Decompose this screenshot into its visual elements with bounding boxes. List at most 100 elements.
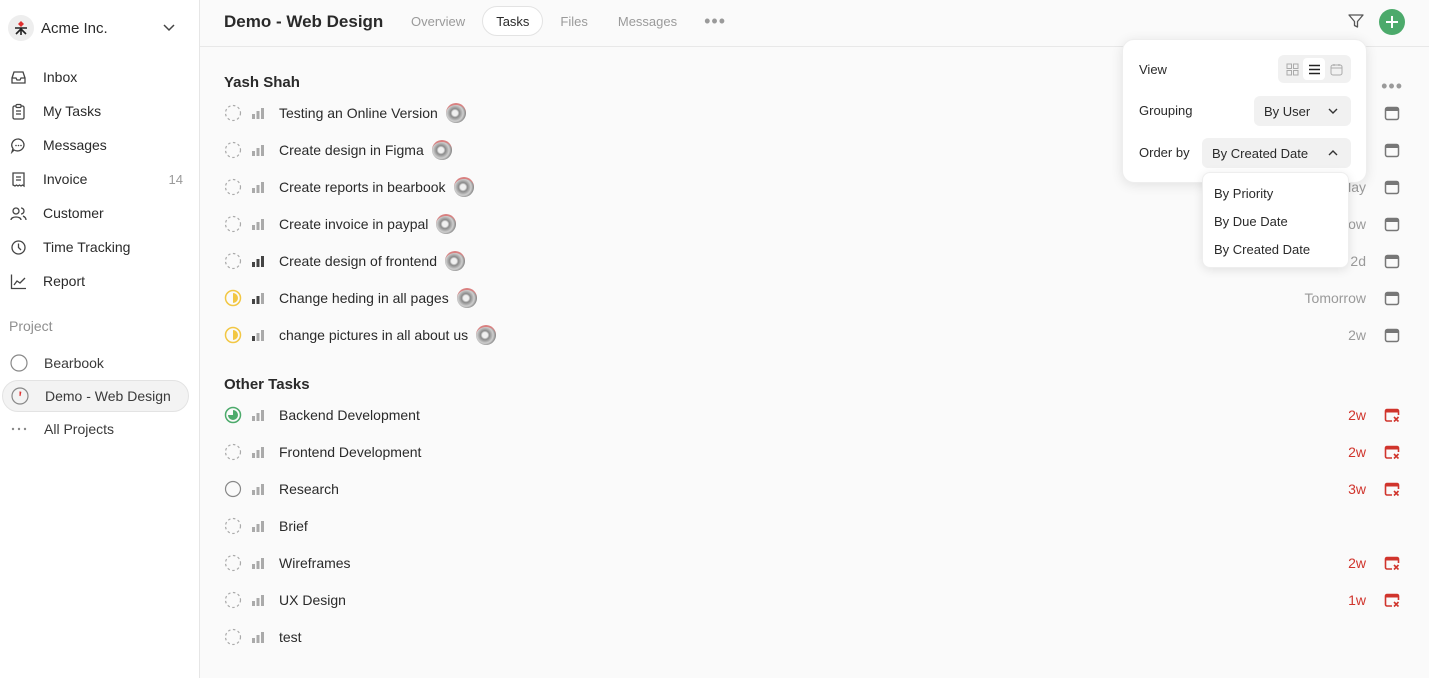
sidebar-item-time-tracking[interactable]: Time Tracking <box>0 230 199 264</box>
task-name[interactable]: Create reports in bearbook <box>279 179 446 195</box>
all-projects-link[interactable]: All Projects <box>2 413 189 445</box>
task-name[interactable]: Backend Development <box>279 407 420 423</box>
priority-low-medium-icon[interactable] <box>251 328 265 342</box>
sidebar-item-inbox[interactable]: Inbox <box>0 60 199 94</box>
task-name[interactable]: Create design in Figma <box>279 142 424 158</box>
project-item-demo-web-design[interactable]: Demo - Web Design <box>2 380 189 412</box>
task-row[interactable]: Wireframes 2w <box>224 549 1404 577</box>
tab-overview[interactable]: Overview <box>398 6 478 36</box>
priority-low-icon[interactable] <box>251 482 265 496</box>
task-name[interactable]: Brief <box>279 518 308 534</box>
more-dots-icon <box>11 427 27 431</box>
status-todo-icon[interactable] <box>224 141 242 159</box>
task-row[interactable]: Frontend Development 2w <box>224 438 1404 466</box>
task-name[interactable]: change pictures in all about us <box>279 327 468 343</box>
view-list-button[interactable] <box>1303 58 1326 80</box>
tab-tasks[interactable]: Tasks <box>482 6 544 36</box>
status-open-icon[interactable] <box>224 480 242 498</box>
calendar-overdue-icon[interactable] <box>1384 407 1400 423</box>
status-todo-icon[interactable] <box>224 517 242 535</box>
assignee-avatar[interactable] <box>445 251 465 271</box>
view-grid-button[interactable] <box>1281 58 1303 80</box>
priority-low-icon[interactable] <box>251 445 265 459</box>
add-task-button[interactable] <box>1379 9 1405 35</box>
project-item-bearbook[interactable]: Bearbook <box>2 347 189 379</box>
chevron-down-icon[interactable] <box>162 20 176 34</box>
priority-low-icon[interactable] <box>251 143 265 157</box>
priority-high-icon[interactable] <box>251 254 265 268</box>
calendar-overdue-icon[interactable] <box>1384 592 1400 608</box>
task-name[interactable]: Create invoice in paypal <box>279 216 428 232</box>
task-name[interactable]: Change heding in all pages <box>279 290 449 306</box>
status-review-icon[interactable] <box>224 406 242 424</box>
status-todo-icon[interactable] <box>224 443 242 461</box>
assignee-avatar[interactable] <box>436 214 457 234</box>
task-row[interactable]: Research 3w <box>224 475 1404 503</box>
task-name[interactable]: Create design of frontend <box>279 253 437 269</box>
tab-messages[interactable]: Messages <box>605 6 690 36</box>
calendar-icon[interactable] <box>1384 179 1400 195</box>
org-switcher[interactable]: Acme Inc. <box>8 14 188 42</box>
priority-low-icon[interactable] <box>251 106 265 120</box>
sidebar-item-customer[interactable]: Customer <box>0 196 199 230</box>
status-todo-icon[interactable] <box>224 252 242 270</box>
calendar-overdue-icon[interactable] <box>1384 444 1400 460</box>
task-name[interactable]: Wireframes <box>279 555 351 571</box>
task-row[interactable]: test <box>224 623 1404 651</box>
status-todo-icon[interactable] <box>224 554 242 572</box>
group-more-icon[interactable]: ••• <box>1381 76 1403 97</box>
assignee-avatar[interactable] <box>431 140 452 160</box>
assignee-avatar[interactable] <box>476 325 497 345</box>
more-tabs-button[interactable]: ••• <box>694 6 736 36</box>
assignee-avatar[interactable] <box>456 288 477 308</box>
calendar-icon[interactable] <box>1384 216 1400 232</box>
order-option-due-date[interactable]: By Due Date <box>1203 207 1348 235</box>
order-option-created-date[interactable]: By Created Date <box>1203 235 1348 263</box>
task-row[interactable]: Backend Development 2w <box>224 401 1404 429</box>
grouping-select[interactable]: By User <box>1254 96 1351 126</box>
priority-medium-icon[interactable] <box>251 291 265 305</box>
calendar-overdue-icon[interactable] <box>1384 555 1400 571</box>
sidebar-item-invoice[interactable]: Invoice 14 <box>0 162 199 196</box>
sidebar-item-my-tasks[interactable]: My Tasks <box>0 94 199 128</box>
filter-icon[interactable] <box>1347 12 1365 30</box>
priority-low-icon[interactable] <box>251 217 265 231</box>
priority-low-icon[interactable] <box>251 593 265 607</box>
task-name[interactable]: Research <box>279 481 339 497</box>
status-todo-icon[interactable] <box>224 628 242 646</box>
sidebar-item-messages[interactable]: Messages <box>0 128 199 162</box>
calendar-icon[interactable] <box>1384 253 1400 269</box>
priority-low-icon[interactable] <box>251 630 265 644</box>
status-todo-icon[interactable] <box>224 104 242 122</box>
status-todo-icon[interactable] <box>224 178 242 196</box>
priority-low-icon[interactable] <box>251 408 265 422</box>
order-option-priority[interactable]: By Priority <box>1203 179 1348 207</box>
assignee-avatar[interactable] <box>445 103 466 123</box>
order-by-select[interactable]: By Created Date <box>1202 138 1351 168</box>
priority-low-icon[interactable] <box>251 180 265 194</box>
calendar-icon[interactable] <box>1384 327 1400 343</box>
calendar-overdue-icon[interactable] <box>1384 481 1400 497</box>
status-todo-icon[interactable] <box>224 591 242 609</box>
view-calendar-button[interactable] <box>1326 58 1348 80</box>
task-row[interactable]: Change heding in all pages Tomorrow <box>224 284 1404 312</box>
priority-low-icon[interactable] <box>251 556 265 570</box>
tab-files[interactable]: Files <box>547 6 600 36</box>
task-name[interactable]: Frontend Development <box>279 444 421 460</box>
task-row[interactable]: UX Design 1w <box>224 586 1404 614</box>
task-name[interactable]: UX Design <box>279 592 346 608</box>
task-name[interactable]: test <box>279 629 302 645</box>
status-todo-icon[interactable] <box>224 215 242 233</box>
calendar-icon[interactable] <box>1384 290 1400 306</box>
calendar-icon[interactable] <box>1384 105 1400 121</box>
status-in-progress-icon[interactable] <box>224 289 242 307</box>
task-row[interactable]: Brief <box>224 512 1404 540</box>
priority-low-icon[interactable] <box>251 519 265 533</box>
status-in-progress-icon[interactable] <box>224 326 242 344</box>
plus-icon <box>1386 16 1398 28</box>
task-name[interactable]: Testing an Online Version <box>279 105 438 121</box>
assignee-avatar[interactable] <box>453 177 474 197</box>
sidebar-item-report[interactable]: Report <box>0 264 199 298</box>
calendar-icon[interactable] <box>1384 142 1400 158</box>
task-row[interactable]: change pictures in all about us 2w <box>224 321 1404 349</box>
